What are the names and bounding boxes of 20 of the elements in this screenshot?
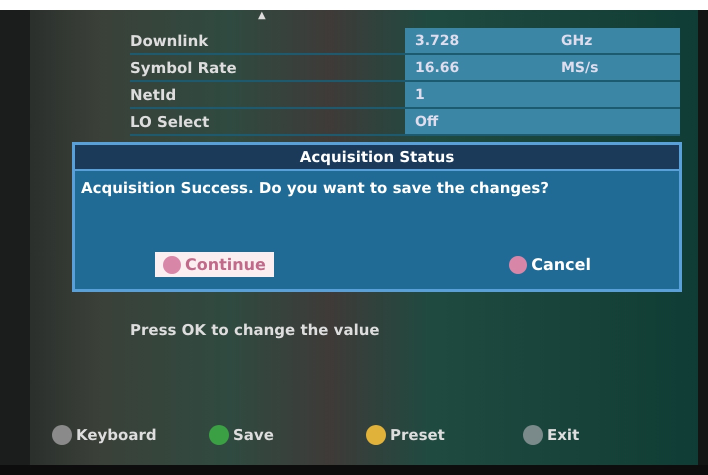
key-label: Save — [233, 426, 274, 444]
setting-label: Downlink — [130, 32, 210, 50]
dialog-button[interactable]: Continue — [155, 252, 274, 277]
setting-value-field[interactable]: 1 — [405, 82, 680, 107]
remote-key-icon — [509, 256, 528, 274]
setting-value-field[interactable]: 16.66 MS/s — [405, 55, 680, 80]
key-label: Keyboard — [76, 426, 157, 444]
dialog-message: Acquisition Success. Do you want to save the changes? — [80, 178, 550, 197]
key-label: Preset — [390, 426, 445, 444]
scroll-up-arrow: ▲ — [258, 10, 266, 21]
setting-value-field[interactable]: Off — [405, 109, 680, 134]
setting-value-field[interactable]: 3.728 GHz — [405, 28, 680, 53]
setting-label: NetId — [130, 86, 178, 104]
dialog-title: Acquisition Status — [75, 145, 679, 171]
dialog-button[interactable]: Cancel — [501, 252, 599, 277]
hint-text: Press OK to change the value — [130, 321, 381, 339]
setting-label: Symbol Rate — [130, 58, 238, 76]
remote-key-icon — [163, 256, 181, 274]
key-label: Exit — [547, 426, 580, 444]
setting-label: LO Select — [130, 112, 210, 130]
